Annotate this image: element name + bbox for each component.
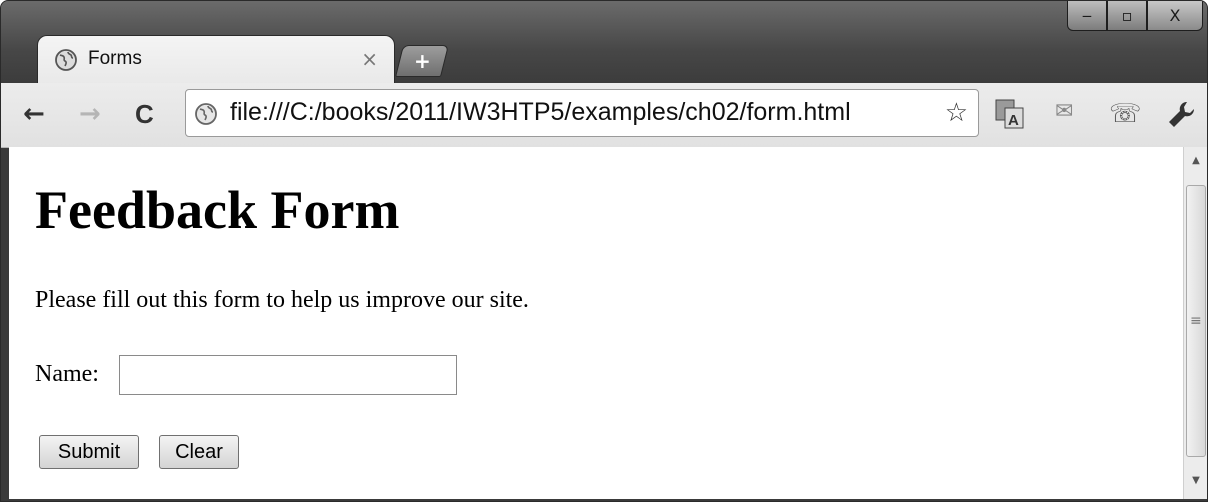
name-label: Name: [35,361,99,387]
maximize-button[interactable]: ▫ [1107,1,1147,31]
address-bar[interactable]: file:///C:/books/2011/IW3HTP5/examples/c… [185,89,979,137]
back-arrow-icon[interactable]: ← [23,99,45,129]
minimize-button[interactable]: ‒ [1067,1,1107,31]
browser-toolbar: ← → C file:///C:/books/2011/IW3HTP5/exam… [1,83,1207,148]
phone-icon[interactable]: ☏ [1109,99,1142,129]
page-content: Feedback Form Please fill out this form … [9,147,1183,499]
plus-icon: + [413,49,431,73]
submit-button[interactable]: Submit [39,435,139,469]
name-input[interactable] [119,355,457,395]
tab-title: Forms [88,48,142,69]
clear-button[interactable]: Clear [159,435,239,469]
globe-icon [55,49,77,71]
scroll-down-icon[interactable]: ▼ [1184,475,1207,486]
title-bar: ‒ ▫ X Forms × + [1,1,1207,84]
scroll-thumb[interactable]: ≡ [1186,185,1206,457]
mail-icon[interactable]: ✉ [1055,99,1073,124]
browser-window: ‒ ▫ X Forms × + ← → C file:///C:/books/2… [0,0,1208,502]
bookmark-star-icon[interactable]: ☆ [945,98,968,128]
page-heading: Feedback Form [35,180,400,240]
window-controls: ‒ ▫ X [1067,1,1203,37]
wrench-icon[interactable] [1165,99,1197,131]
url-text: file:///C:/books/2011/IW3HTP5/examples/c… [230,98,851,126]
scroll-up-icon[interactable]: ▲ [1184,155,1207,166]
svg-text:A: A [1008,112,1019,129]
forward-arrow-icon[interactable]: → [79,99,101,129]
tab-close-icon[interactable]: × [361,47,378,71]
new-tab-button[interactable]: + [395,45,449,77]
close-window-button[interactable]: X [1147,1,1203,31]
reload-icon[interactable]: C [135,99,154,129]
intro-text: Please fill out this form to help us imp… [35,287,529,313]
tab-forms[interactable]: Forms × [37,35,395,84]
page-globe-icon [195,103,217,125]
grip-icon: ≡ [1190,313,1202,329]
translate-icon[interactable]: A [993,97,1027,131]
vertical-scrollbar[interactable]: ▲ ≡ ▼ [1183,147,1207,499]
